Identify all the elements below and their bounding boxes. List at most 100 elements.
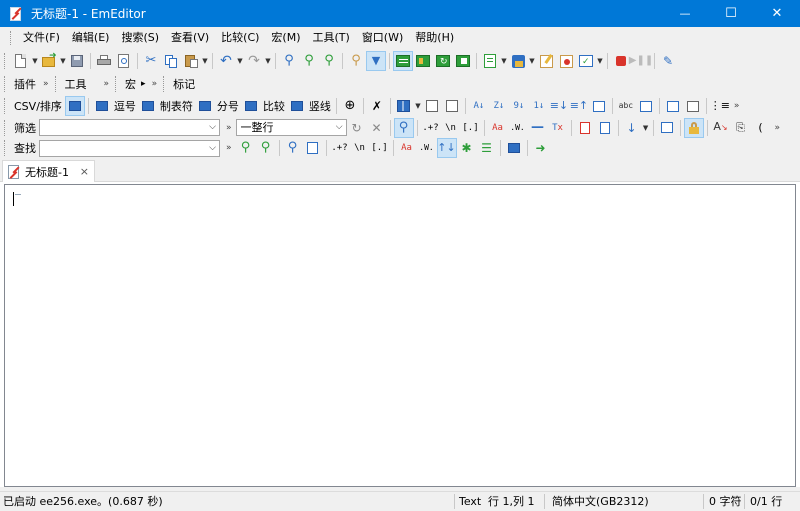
new-file-dropdown[interactable]: ▼: [31, 51, 39, 71]
status-mode[interactable]: Text: [459, 492, 481, 511]
save-button[interactable]: [67, 51, 87, 71]
filter-lock-button[interactable]: [683, 117, 704, 138]
document-tab[interactable]: 无标题-1 ×: [2, 160, 95, 182]
open-file-dropdown[interactable]: ▼: [59, 51, 67, 71]
sort-z-a-button[interactable]: Z↓: [489, 96, 509, 116]
chevron-down-icon[interactable]: ⌵: [209, 120, 216, 135]
paste-dropdown[interactable]: ▼: [201, 51, 209, 71]
filter-font-button[interactable]: A↘: [711, 118, 731, 138]
window-list-button[interactable]: [393, 51, 413, 71]
filter-refresh-button[interactable]: ↻: [347, 118, 367, 138]
find-in-selection-button[interactable]: [303, 138, 323, 158]
cascade-window-button[interactable]: [453, 51, 473, 71]
filter-bookmark-button[interactable]: [575, 118, 595, 138]
find-input[interactable]: ⌵: [39, 139, 220, 157]
split-columns-button[interactable]: [442, 96, 462, 116]
cut-button[interactable]: ✂: [141, 51, 161, 71]
menu-file[interactable]: 文件(F): [17, 28, 66, 48]
plugin-button[interactable]: ✎: [658, 51, 678, 71]
csv-toolbar-chevron-icon[interactable]: »: [734, 101, 740, 111]
find-button[interactable]: ⚲: [279, 51, 299, 71]
csv-normal-button[interactable]: [64, 96, 85, 116]
filter-options-button[interactable]: ⎘: [731, 118, 751, 138]
filter-newline-button[interactable]: \n: [441, 118, 461, 138]
chevron-down-icon[interactable]: ⌵: [209, 141, 216, 156]
insert-column-button[interactable]: ⊕: [340, 96, 360, 116]
chevron-down-icon[interactable]: ⌵: [336, 120, 343, 135]
filter-clear-button[interactable]: ✕: [367, 118, 387, 138]
column-layout-button[interactable]: [394, 96, 414, 116]
properties-button[interactable]: [480, 51, 500, 71]
find-previous-toolbar-button[interactable]: ⚲: [256, 138, 276, 158]
tab-close-icon[interactable]: ×: [80, 165, 89, 178]
status-encoding[interactable]: 简体中文(GB2312): [552, 492, 649, 511]
spell-check-button[interactable]: abc: [616, 96, 636, 116]
filter-match-case-button[interactable]: Aa: [488, 118, 508, 138]
filter-mode-select[interactable]: 一整行 ⌵: [235, 119, 347, 136]
undo-button[interactable]: ↶: [216, 51, 236, 71]
csv-compare-button[interactable]: 比较: [261, 98, 287, 114]
menu-edit[interactable]: 编辑(E): [66, 28, 116, 48]
print-button[interactable]: [94, 51, 114, 71]
new-file-button[interactable]: [11, 51, 31, 71]
delete-column-button[interactable]: ✗: [367, 96, 387, 116]
select-config-button[interactable]: ✓: [576, 51, 596, 71]
run-macro-button[interactable]: ▶❚❚: [629, 51, 653, 71]
filter-chevron-icon[interactable]: »: [226, 123, 232, 133]
toolbar-grip[interactable]: [115, 76, 119, 92]
filter-clear-format-button[interactable]: Tx: [548, 118, 568, 138]
customize-button[interactable]: [536, 51, 556, 71]
close-button[interactable]: ✕: [754, 0, 800, 27]
csv-tab-icon-button[interactable]: [138, 96, 158, 116]
toolbar-grip[interactable]: [4, 53, 8, 69]
status-position[interactable]: 行 1,列 1: [488, 492, 535, 511]
text-editor[interactable]: [4, 184, 796, 487]
tools-chevron-icon[interactable]: »: [104, 79, 110, 89]
find-previous-button[interactable]: ⚲: [319, 51, 339, 71]
csv-compare-icon-button[interactable]: [241, 96, 261, 116]
find-bracket-button[interactable]: [.]: [370, 138, 390, 158]
maximize-button[interactable]: ☐: [708, 0, 754, 27]
sort-length-asc-button[interactable]: ≡↓: [549, 96, 569, 116]
find-go-button[interactable]: ➜: [531, 138, 551, 158]
filter-advanced-button[interactable]: [657, 118, 677, 138]
encoding-button[interactable]: [508, 51, 528, 71]
minimize-button[interactable]: —: [662, 0, 708, 27]
config-button[interactable]: [556, 51, 576, 71]
markers-button[interactable]: [663, 96, 683, 116]
filter-regex-button[interactable]: .+?: [421, 118, 441, 138]
find-newline-button[interactable]: \n: [350, 138, 370, 158]
macros-toolbar-extra[interactable]: ▸: [139, 79, 148, 89]
toolbar-grip[interactable]: [163, 76, 167, 92]
filter-negative-button[interactable]: —: [528, 118, 548, 138]
encoding-dropdown[interactable]: ▼: [528, 51, 536, 71]
find-in-files-button[interactable]: ⚲: [346, 51, 366, 71]
toolbar-grip[interactable]: [4, 98, 8, 114]
sort-numeric-asc-button[interactable]: 1↓: [529, 96, 549, 116]
plugins-chevron-icon[interactable]: »: [43, 79, 49, 89]
outline-button[interactable]: [683, 96, 703, 116]
column-layout-dropdown[interactable]: ▼: [414, 96, 422, 116]
open-file-button[interactable]: ➜: [39, 51, 59, 71]
print-preview-button[interactable]: [114, 51, 134, 71]
menubar-grip[interactable]: [10, 31, 13, 45]
csv-comma-icon-button[interactable]: [92, 96, 112, 116]
copy-button[interactable]: [161, 51, 181, 71]
word-count-button[interactable]: [636, 96, 656, 116]
csv-tab-button[interactable]: 制表符: [158, 98, 195, 114]
find-highlight-button[interactable]: ✱: [457, 138, 477, 158]
find-next-button[interactable]: ⚲: [299, 51, 319, 71]
merge-columns-button[interactable]: [422, 96, 442, 116]
csv-semicolon-icon-button[interactable]: [195, 96, 215, 116]
properties-dropdown[interactable]: ▼: [500, 51, 508, 71]
menu-help[interactable]: 帮助(H): [409, 28, 460, 48]
split-window-button[interactable]: [413, 51, 433, 71]
find-chevron-icon[interactable]: »: [226, 143, 232, 153]
filter-input[interactable]: ⌵: [39, 119, 220, 136]
redo-button[interactable]: ↷: [244, 51, 264, 71]
refresh-window-button[interactable]: ↻: [433, 51, 453, 71]
redo-dropdown[interactable]: ▼: [264, 51, 272, 71]
menu-window[interactable]: 窗口(W): [356, 28, 409, 48]
menu-macros[interactable]: 宏(M): [265, 28, 306, 48]
find-whole-word-button[interactable]: .W.: [417, 138, 437, 158]
